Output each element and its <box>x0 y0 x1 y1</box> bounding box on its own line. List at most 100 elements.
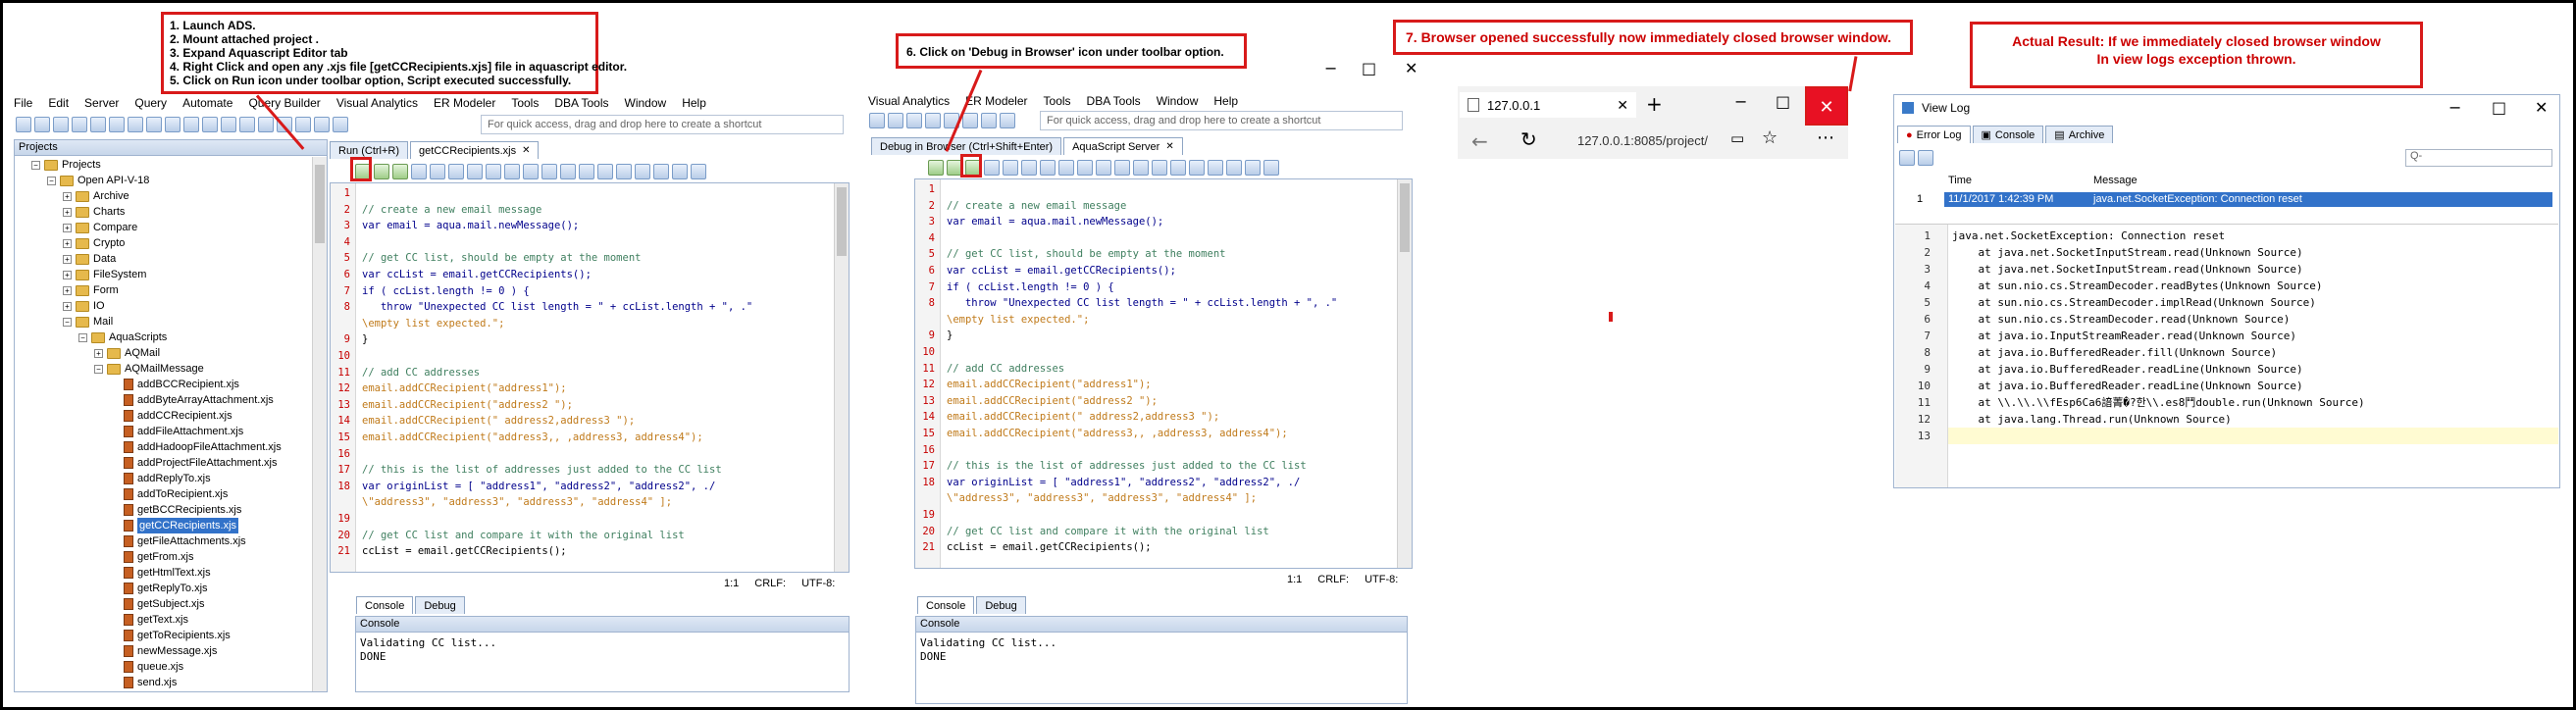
menu-tools[interactable]: Tools <box>511 96 539 110</box>
expand-icon[interactable]: + <box>63 301 72 311</box>
tree-folder-mail[interactable]: − Mail <box>63 314 113 330</box>
clear-log-icon[interactable] <box>1899 150 1915 166</box>
menu-help[interactable]: Help <box>682 96 706 110</box>
tab-console[interactable]: ▣ Console <box>1972 126 2044 143</box>
tree-file[interactable]: addFileAttachment.xjs <box>124 424 243 439</box>
code-line[interactable]: email.addCCRecipient("address1"); <box>947 379 1152 390</box>
close-icon[interactable]: ✕ <box>522 145 530 156</box>
close-icon[interactable]: ✕ <box>1405 59 1417 77</box>
export-log-icon[interactable] <box>1918 150 1933 166</box>
code-line[interactable]: email.addCCRecipient(" address2,address3… <box>947 411 1219 423</box>
tab-error-log[interactable]: ● Error Log <box>1897 126 1971 143</box>
collapse-icon[interactable]: − <box>78 332 87 342</box>
open-icon[interactable] <box>34 117 50 132</box>
code-line[interactable]: var email = aqua.mail.newMessage(); <box>362 220 579 231</box>
maximize-icon[interactable]: □ <box>1776 92 1790 111</box>
copy-icon[interactable] <box>1189 160 1205 176</box>
code-line[interactable]: // get CC list, should be empty at the m… <box>362 252 641 264</box>
tab-console[interactable]: Console <box>917 596 975 614</box>
pause-icon[interactable] <box>1003 160 1018 176</box>
tab-debug[interactable]: Debug <box>976 596 1026 614</box>
tree-file[interactable]: addByteArrayAttachment.xjs <box>124 392 274 408</box>
redo-icon[interactable] <box>672 164 688 179</box>
maximize-icon[interactable]: □ <box>2492 98 2506 117</box>
tree-file[interactable]: send.xjs <box>124 675 177 690</box>
minimize-icon[interactable]: − <box>1734 92 1747 111</box>
code-line[interactable]: var ccList = email.getCCRecipients(); <box>947 265 1176 277</box>
code-line[interactable]: \empty list expected."; <box>362 318 504 330</box>
connect-icon[interactable] <box>90 117 106 132</box>
menu-automate[interactable]: Automate <box>182 96 232 110</box>
new-tab-button[interactable]: + <box>1646 92 1663 116</box>
trace-line[interactable]: at java.io.BufferedReader.readLine(Unkno… <box>1952 378 2302 394</box>
tree-file[interactable]: addHadoopFileAttachment.xjs <box>124 439 282 455</box>
code-line[interactable]: var ccList = email.getCCRecipients(); <box>362 269 592 280</box>
menu-visual-analytics[interactable]: Visual Analytics <box>336 96 418 110</box>
menu-query[interactable]: Query <box>134 96 167 110</box>
expand-icon[interactable]: + <box>94 348 103 358</box>
code-line[interactable]: // this is the list of addresses just ad… <box>947 460 1307 472</box>
tree-folder-aquascripts[interactable]: − AquaScripts <box>78 330 167 345</box>
tree-projects-root[interactable]: − Projects <box>31 157 101 173</box>
table-icon[interactable] <box>333 117 348 132</box>
close-icon[interactable]: ✕ <box>1165 141 1173 152</box>
code-line[interactable]: } <box>362 333 368 345</box>
mid-editor-scrollbar[interactable] <box>1397 179 1412 568</box>
tree-folder-crypto[interactable]: + Crypto <box>63 235 125 251</box>
expand-icon[interactable]: + <box>63 191 72 201</box>
tree-file[interactable]: getToRecipients.xjs <box>124 628 231 643</box>
maximize-icon[interactable]: □ <box>1362 59 1376 77</box>
code-line[interactable]: // create a new email message <box>362 204 541 216</box>
expand-icon[interactable]: + <box>63 238 72 248</box>
chart-icon[interactable] <box>869 113 885 128</box>
step-out-icon[interactable] <box>504 164 520 179</box>
modeler-icon[interactable] <box>221 117 236 132</box>
save-icon[interactable] <box>541 164 557 179</box>
code-line[interactable]: email.addCCRecipient("address2 "); <box>362 399 573 411</box>
code-line[interactable]: // this is the list of addresses just ad… <box>362 464 722 476</box>
code-line[interactable]: throw "Unexpected CC list length = " + c… <box>362 301 752 313</box>
tree-folder-archive[interactable]: + Archive <box>63 188 129 204</box>
step-into-icon[interactable] <box>1040 160 1056 176</box>
scroll-thumb[interactable] <box>837 187 847 256</box>
cut-icon[interactable] <box>597 164 613 179</box>
undo-icon[interactable] <box>1226 160 1242 176</box>
step-over-icon[interactable] <box>1058 160 1074 176</box>
paste-icon[interactable] <box>635 164 650 179</box>
run-step-icon[interactable] <box>374 164 389 179</box>
tree-folder-charts[interactable]: + Charts <box>63 204 125 220</box>
tree-folder-io[interactable]: + IO <box>63 298 105 314</box>
tree-file[interactable]: getHtmlText.xjs <box>124 565 211 581</box>
back-icon[interactable]: ← <box>1471 129 1488 153</box>
play-icon[interactable] <box>984 160 1000 176</box>
trace-line[interactable]: at java.net.SocketInputStream.read(Unkno… <box>1952 261 2302 278</box>
stop-icon[interactable] <box>1021 160 1037 176</box>
quick-access-bar-left[interactable]: For quick access, drag and drop here to … <box>481 115 844 134</box>
trace-line[interactable]: at java.io.BufferedReader.fill(Unknown S… <box>1952 344 2277 361</box>
import-icon[interactable] <box>183 117 199 132</box>
compare-icon[interactable] <box>128 117 143 132</box>
tree-file[interactable]: newMessage.xjs <box>124 643 217 659</box>
code-line[interactable]: // create a new email message <box>947 200 1126 212</box>
pause-icon[interactable] <box>430 164 445 179</box>
collapse-icon[interactable]: − <box>31 160 40 170</box>
left-editor-scrollbar[interactable] <box>834 183 849 572</box>
trace-line[interactable]: at \\.\\.\\fEsp6Ca6諳菁�?한\\.es8鬥double.ru… <box>1952 394 2364 411</box>
trace-line[interactable]: at sun.nio.cs.StreamDecoder.implRead(Unk… <box>1952 294 2315 311</box>
minimize-icon[interactable]: − <box>1324 59 1337 77</box>
menu-help[interactable]: Help <box>1213 94 1238 108</box>
code-line[interactable]: // get CC list, should be empty at the m… <box>947 248 1225 260</box>
code-line[interactable]: \"address3", "address3", "address3", "ad… <box>947 492 1257 504</box>
new-icon[interactable] <box>16 117 31 132</box>
code-line[interactable]: ccList = email.getCCRecipients(); <box>947 541 1152 553</box>
table-icon[interactable] <box>1000 113 1015 128</box>
code-line[interactable]: var originList = [ "address1", "address2… <box>947 477 1300 488</box>
code-line[interactable]: // get CC list and compare it with the o… <box>362 530 685 541</box>
tab-console[interactable]: Console <box>356 596 414 614</box>
tree-folder-data[interactable]: + Data <box>63 251 116 267</box>
breakpoint-icon[interactable] <box>1096 160 1111 176</box>
expand-icon[interactable]: + <box>63 254 72 264</box>
code-line[interactable]: var email = aqua.mail.newMessage(); <box>947 216 1163 228</box>
tree-file[interactable]: addToRecipient.xjs <box>124 486 228 502</box>
tree-folder-filesystem[interactable]: + FileSystem <box>63 267 146 282</box>
